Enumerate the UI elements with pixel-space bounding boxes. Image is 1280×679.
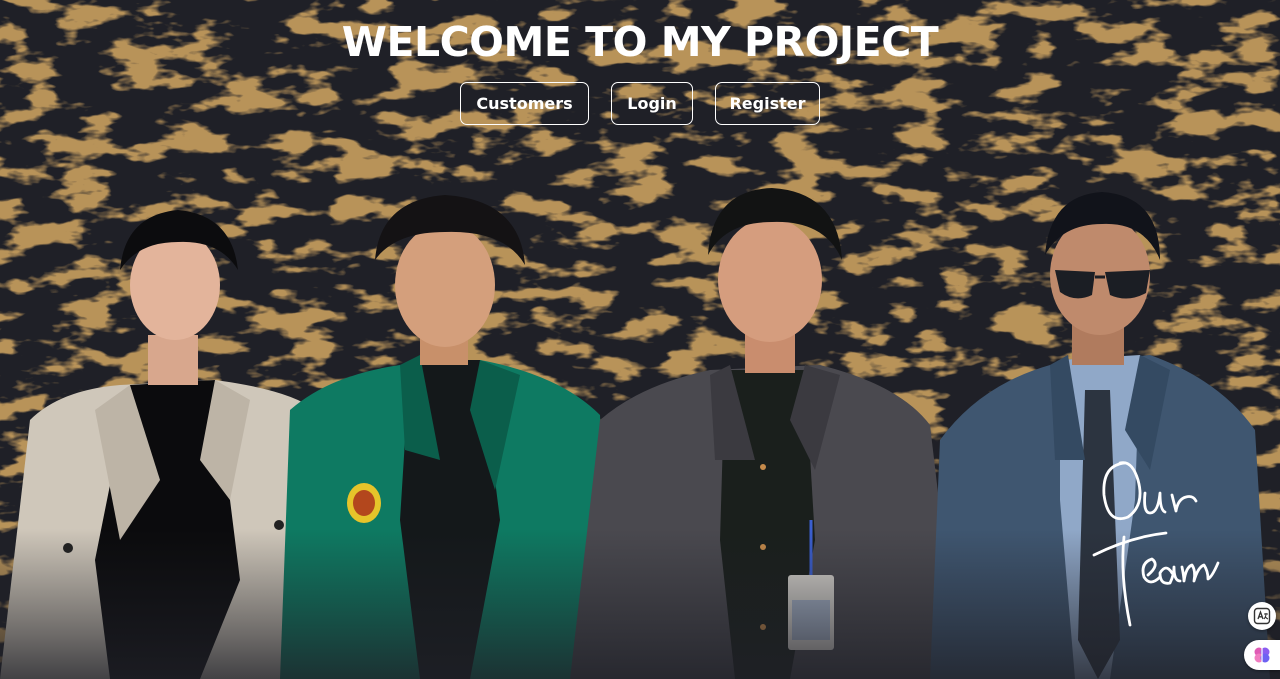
team-member-2 xyxy=(280,195,610,679)
assistant-button[interactable] xyxy=(1244,640,1280,670)
translate-button[interactable] xyxy=(1248,602,1276,630)
register-button[interactable]: Register xyxy=(715,82,820,125)
landing-page: WELCOME TO MY PROJECT Customers Login Re… xyxy=(0,0,1280,679)
login-button[interactable]: Login xyxy=(611,82,693,125)
page-title: WELCOME TO MY PROJECT xyxy=(341,18,939,66)
main-nav: Customers Login Register xyxy=(0,82,1280,125)
team-member-1 xyxy=(0,210,330,679)
translate-icon xyxy=(1253,607,1271,625)
brain-icon xyxy=(1254,647,1270,663)
customers-button[interactable]: Customers xyxy=(460,82,589,125)
our-team-signature xyxy=(1092,461,1220,627)
team-photo xyxy=(0,188,1270,679)
team-member-3 xyxy=(570,188,960,679)
